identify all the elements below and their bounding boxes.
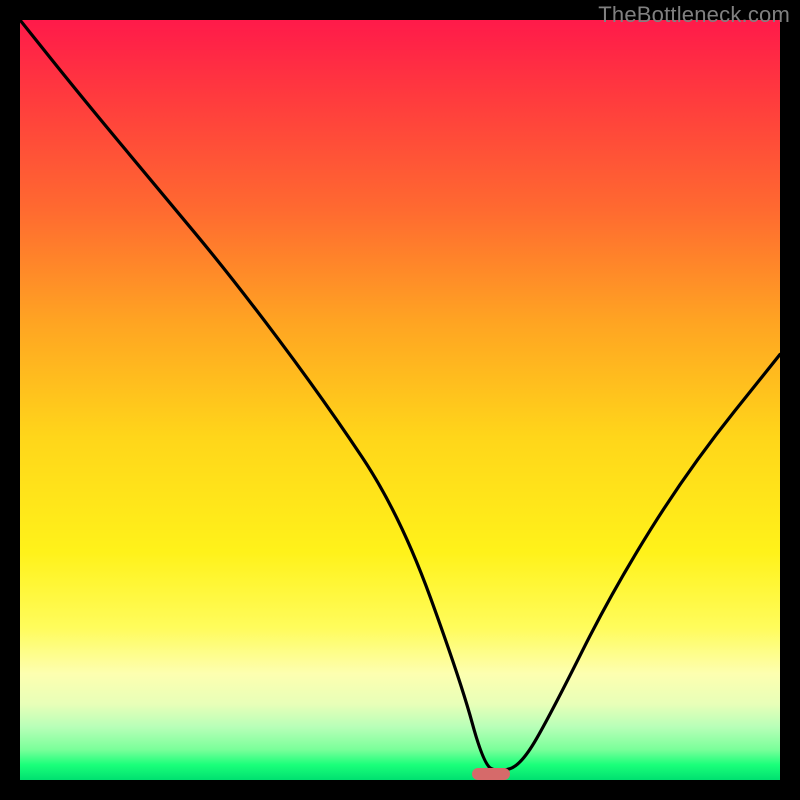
curve-path [20, 20, 780, 771]
chart-container: TheBottleneck.com [0, 0, 800, 800]
minimum-marker [472, 768, 510, 780]
plot-area [20, 20, 780, 780]
watermark-text: TheBottleneck.com [598, 2, 790, 28]
bottleneck-curve [20, 20, 780, 780]
